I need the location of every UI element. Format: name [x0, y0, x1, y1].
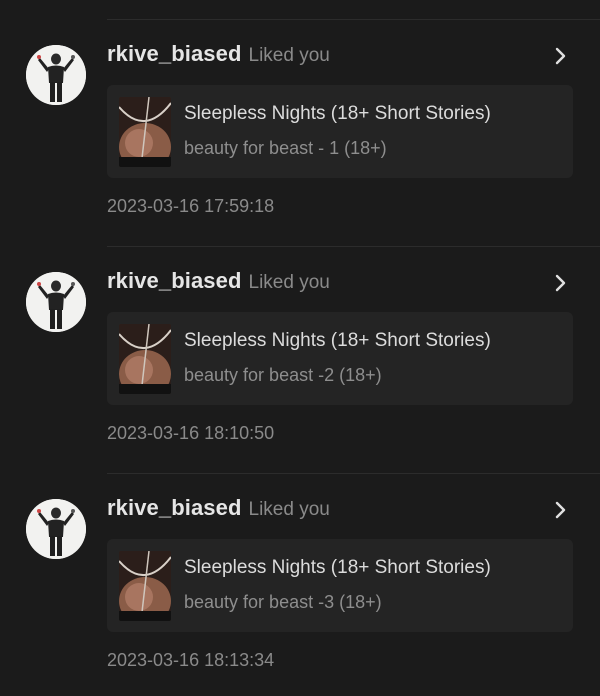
story-title: Sleepless Nights (18+ Short Stories) [184, 103, 491, 124]
book-cover-image [119, 551, 171, 621]
timestamp: 2023-03-16 18:13:34 [107, 650, 275, 670]
notification-item[interactable]: rkive_biased Liked you Sleepless Nights … [0, 19, 600, 246]
notification-item[interactable]: rkive_biased Liked you Sleepless Nights … [0, 473, 600, 696]
book-cover-image [119, 324, 171, 394]
username[interactable]: rkive_biased [107, 41, 242, 67]
timestamp: 2023-03-16 18:10:50 [107, 423, 275, 443]
story-card[interactable]: Sleepless Nights (18+ Short Stories) bea… [107, 85, 573, 178]
avatar[interactable] [26, 499, 86, 559]
story-title: Sleepless Nights (18+ Short Stories) [184, 557, 491, 578]
story-title: Sleepless Nights (18+ Short Stories) [184, 330, 491, 351]
chevron-right-icon[interactable] [552, 272, 570, 294]
timestamp: 2023-03-16 17:59:18 [107, 196, 275, 216]
notifications-page: rkive_biased Liked you Sleepless Nights … [0, 0, 600, 696]
chapter-title: beauty for beast -2 (18+) [184, 365, 382, 385]
username[interactable]: rkive_biased [107, 268, 242, 294]
notification-item[interactable]: rkive_biased Liked you Sleepless Nights … [0, 246, 600, 473]
chapter-title: beauty for beast -3 (18+) [184, 592, 382, 612]
book-cover-image [119, 97, 171, 167]
avatar[interactable] [26, 272, 86, 332]
username[interactable]: rkive_biased [107, 495, 242, 521]
story-card[interactable]: Sleepless Nights (18+ Short Stories) bea… [107, 312, 573, 405]
action-text: Liked you [248, 45, 330, 66]
avatar[interactable] [26, 45, 86, 105]
chapter-title: beauty for beast - 1 (18+) [184, 138, 387, 158]
chevron-right-icon[interactable] [552, 499, 570, 521]
story-card[interactable]: Sleepless Nights (18+ Short Stories) bea… [107, 539, 573, 632]
chevron-right-icon[interactable] [552, 45, 570, 67]
action-text: Liked you [248, 272, 330, 293]
action-text: Liked you [248, 499, 330, 520]
